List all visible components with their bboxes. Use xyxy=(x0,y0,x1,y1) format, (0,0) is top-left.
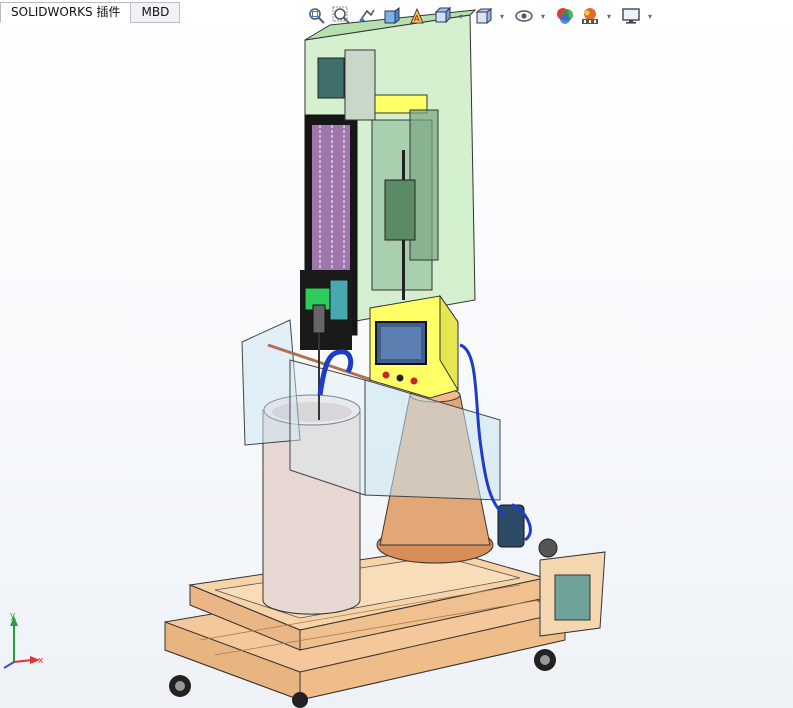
command-manager-tabs: SOLIDWORKS 插件 MBD xyxy=(0,2,181,23)
view-orientation-icon[interactable] xyxy=(431,5,453,27)
apply-scene-icon[interactable] xyxy=(579,5,601,27)
view-settings-dropdown-icon[interactable]: ▾ xyxy=(645,5,655,27)
heads-up-view-toolbar: A ▾ ▾ ▾ ▾ ▾ xyxy=(306,4,661,28)
view-orientation-dropdown-icon[interactable]: ▾ xyxy=(456,5,466,27)
cart-base-frame xyxy=(164,547,566,701)
edit-appearance-icon[interactable] xyxy=(554,5,576,27)
zoom-to-area-icon[interactable] xyxy=(331,5,353,27)
triad-y-label: y xyxy=(10,611,16,621)
dynamic-annotation-view-icon[interactable]: A xyxy=(406,5,428,27)
hide-show-items-icon[interactable] xyxy=(513,5,535,27)
display-style-icon[interactable] xyxy=(472,5,494,27)
previous-view-icon[interactable] xyxy=(356,5,378,27)
triad-x-label: x xyxy=(38,656,44,666)
svg-text:A: A xyxy=(414,14,420,23)
zoom-to-fit-icon[interactable] xyxy=(306,5,328,27)
touch-screen-control-panel xyxy=(369,294,459,399)
reference-triad: y x xyxy=(0,611,48,672)
view-settings-icon[interactable] xyxy=(620,5,642,27)
hide-show-dropdown-icon[interactable]: ▾ xyxy=(538,5,548,27)
graphics-area-3d-model[interactable] xyxy=(0,0,793,708)
display-style-dropdown-icon[interactable]: ▾ xyxy=(497,5,507,27)
tab-mbd[interactable]: MBD xyxy=(130,2,181,23)
apply-scene-dropdown-icon[interactable]: ▾ xyxy=(604,5,614,27)
tab-solidworks-addins[interactable]: SOLIDWORKS 插件 xyxy=(0,2,132,23)
section-view-icon[interactable] xyxy=(381,5,403,27)
cable-chain xyxy=(312,125,350,275)
